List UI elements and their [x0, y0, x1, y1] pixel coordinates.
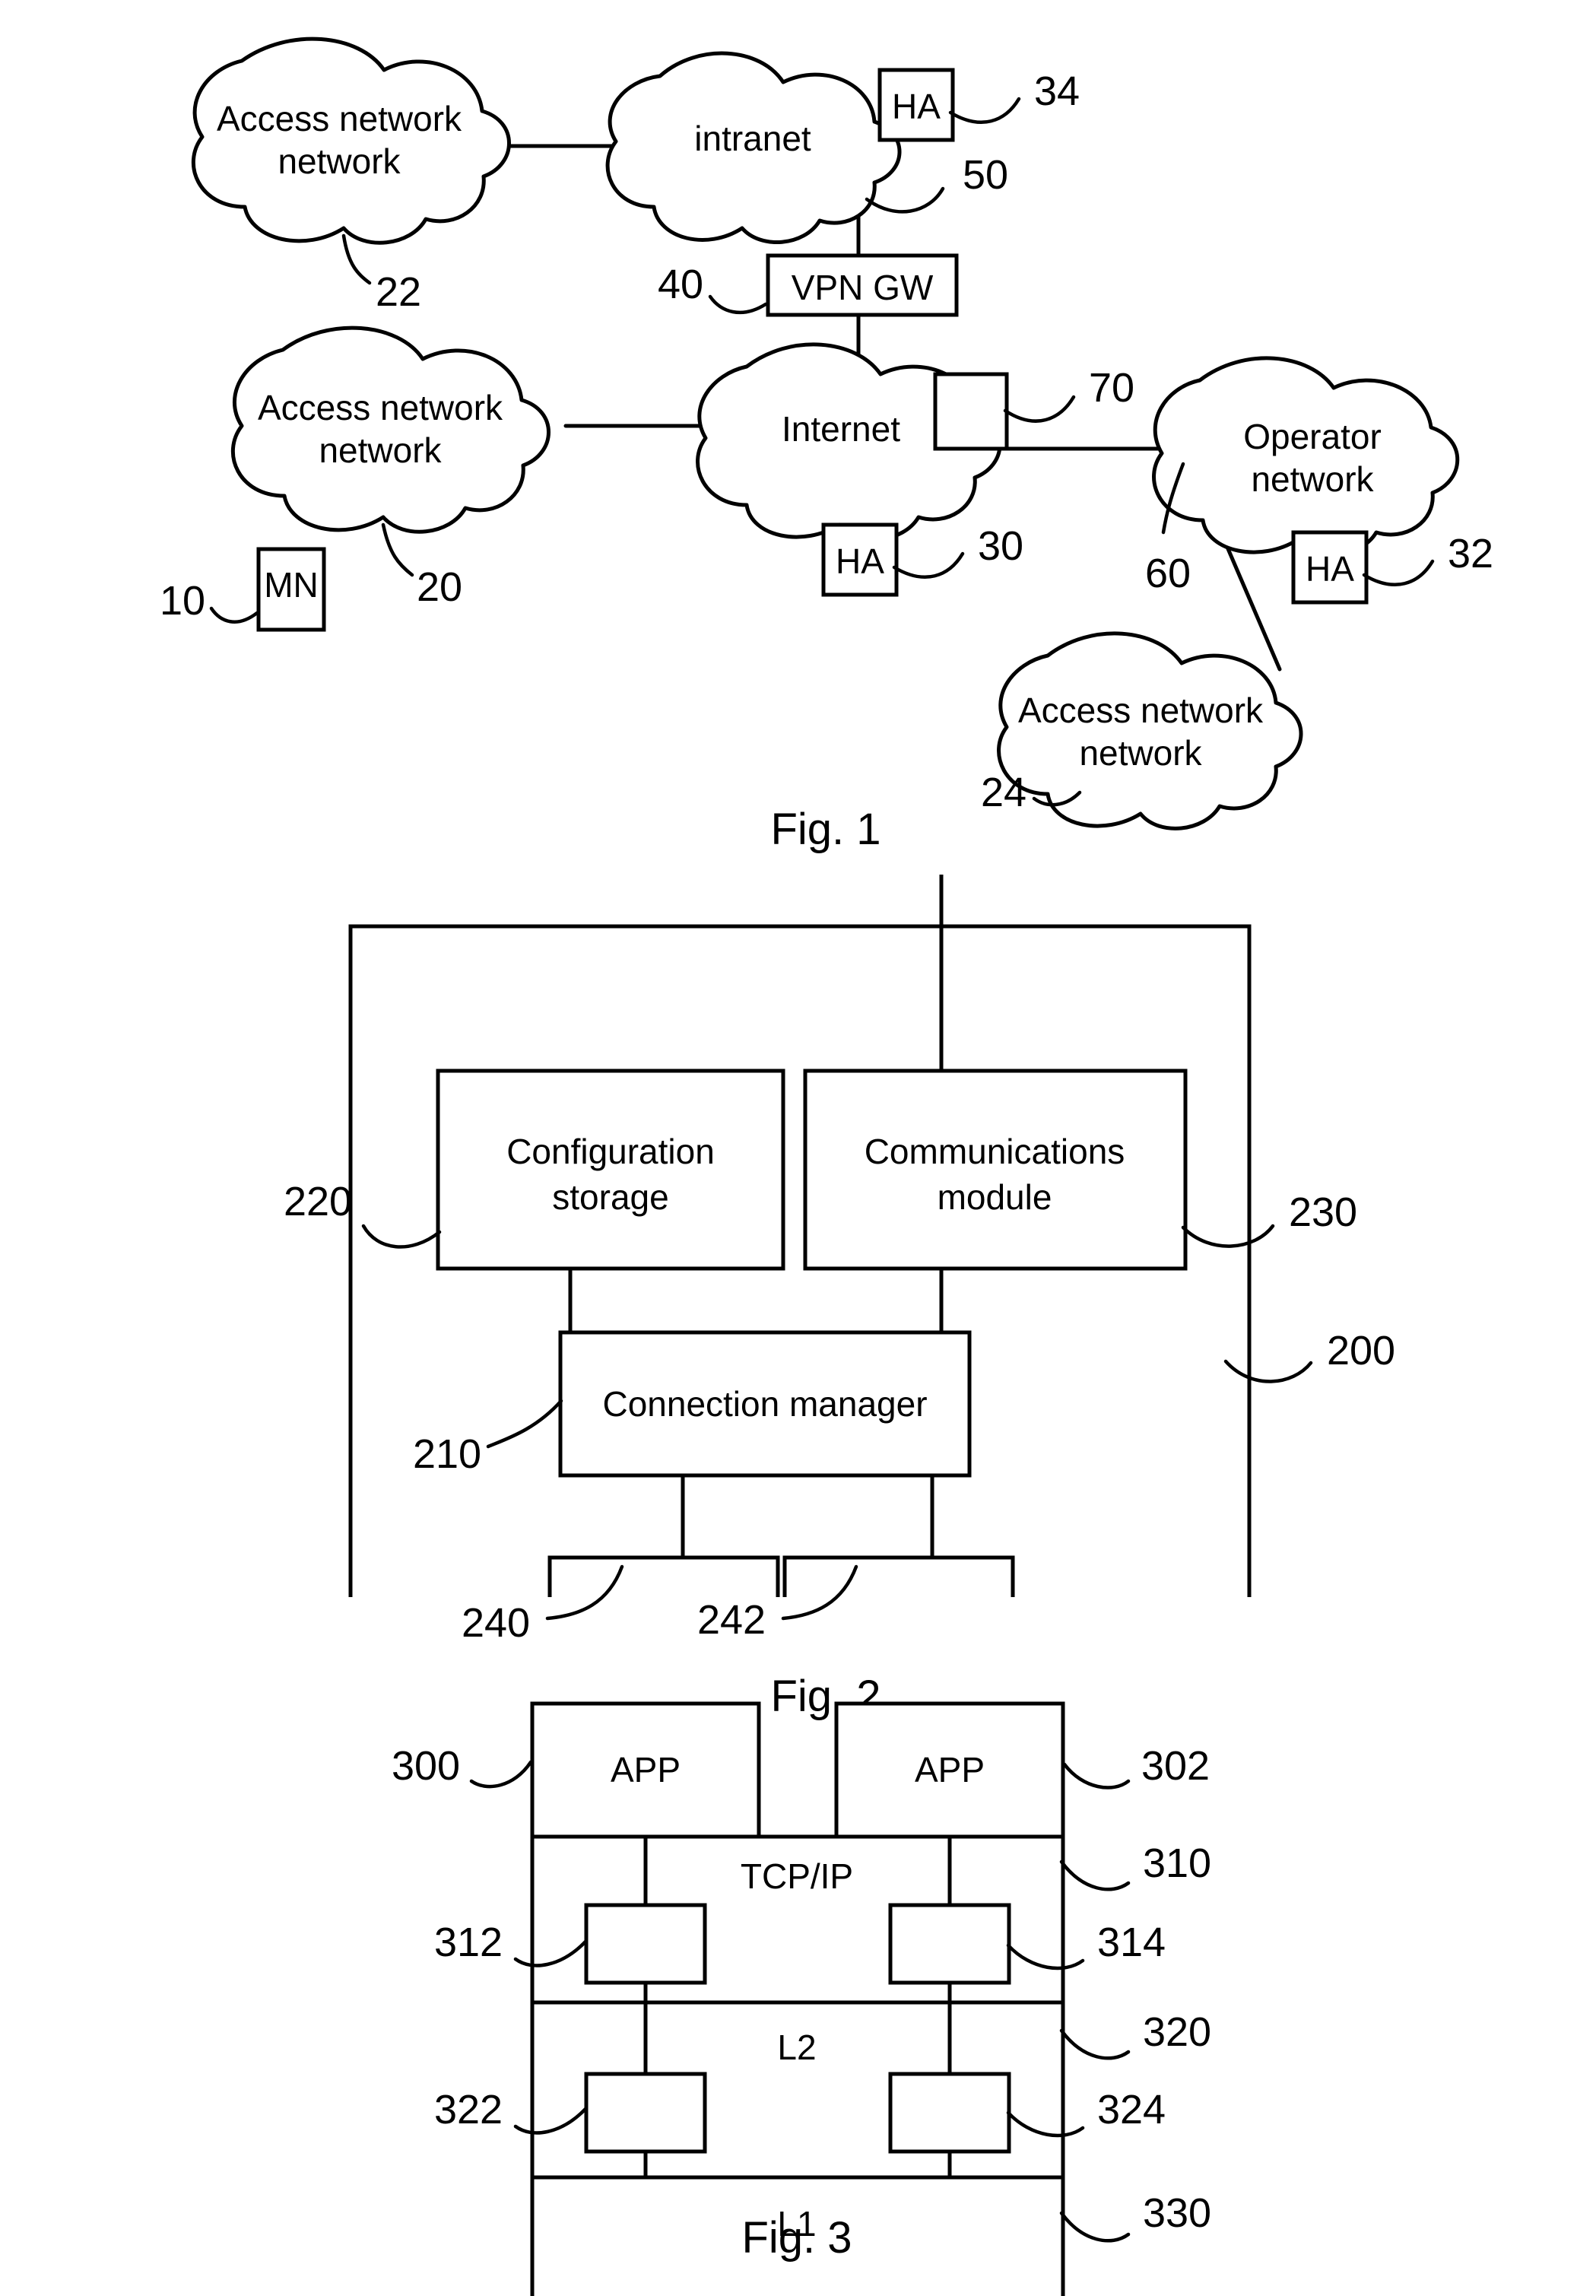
box-entity-322 — [584, 2072, 707, 2154]
figure-3-caption: Fig. 3 — [741, 2213, 852, 2263]
figure-3-caption-wrap: Fig. 3 — [0, 2190, 1596, 2296]
ref-numeral-320: 320 — [1143, 2009, 1211, 2055]
figure-1: Access network network 22 intranet HA 34… — [0, 0, 1596, 875]
cloud-label-intranet: intranet — [694, 119, 811, 158]
ref-numeral-314: 314 — [1097, 1920, 1166, 1965]
box-label-ha-34: HA — [892, 87, 941, 126]
leader-240 — [545, 1564, 624, 1621]
ref-numeral-300: 300 — [392, 1743, 460, 1789]
cloud-label-operator-network: network — [1251, 459, 1374, 499]
cloud-label-network: network — [278, 141, 401, 181]
label-connection-manager: Connection manager — [602, 1384, 927, 1424]
leader-40 — [708, 294, 768, 315]
ref-numeral-302: 302 — [1141, 1743, 1210, 1789]
ref-numeral-30: 30 — [978, 523, 1023, 569]
cloud-label-operator: Operator — [1243, 417, 1382, 456]
patent-drawing-sheet: Access network network 22 intranet HA 34… — [0, 0, 1596, 2296]
ref-numeral-32: 32 — [1448, 531, 1493, 576]
ref-numeral-60: 60 — [1145, 551, 1191, 596]
ref-numeral-210: 210 — [413, 1431, 481, 1477]
leader-32 — [1362, 559, 1435, 587]
cloud-label-network-24: network — [1079, 733, 1202, 773]
cloud-label-network-20: network — [319, 430, 442, 470]
ref-numeral-40: 40 — [658, 262, 703, 307]
ref-numeral-240: 240 — [462, 1600, 530, 1646]
label-app-300: APP — [611, 1750, 681, 1789]
ref-numeral-24: 24 — [981, 770, 1026, 815]
leader-50 — [865, 186, 945, 214]
label-module: module — [938, 1177, 1052, 1217]
cloud-label-access: Access network — [217, 99, 462, 138]
cloud-access-network-22: Access network network — [191, 37, 511, 245]
ref-numeral-322: 322 — [434, 2087, 503, 2132]
cloud-label-access-24: Access network — [1018, 691, 1264, 730]
ref-numeral-230: 230 — [1289, 1189, 1357, 1235]
ref-numeral-324: 324 — [1097, 2087, 1166, 2132]
ref-numeral-34: 34 — [1034, 68, 1080, 114]
box-label-mn: MN — [264, 565, 319, 605]
box-entity-314 — [888, 1903, 1011, 1985]
ref-numeral-220: 220 — [284, 1179, 352, 1224]
cloud-access-network-20: Access network network — [230, 326, 551, 534]
box-label-vpn-gw: VPN GW — [792, 268, 934, 307]
leader-300 — [469, 1760, 533, 1789]
leader-320 — [1059, 2028, 1131, 2060]
ref-numeral-50: 50 — [963, 152, 1008, 198]
leader-34 — [948, 97, 1021, 125]
leader-70 — [1003, 395, 1076, 423]
leader-10 — [209, 606, 259, 624]
ref-numeral-22: 22 — [376, 269, 421, 315]
ref-numeral-310: 310 — [1143, 1840, 1211, 1886]
cloud-operator-network: Operator network — [1152, 356, 1460, 557]
box-label-ha-32: HA — [1306, 549, 1354, 589]
leader-302 — [1062, 1762, 1131, 1789]
cloud-access-network-24: Access network network — [997, 631, 1303, 830]
box-node-70 — [933, 372, 1009, 451]
label-app-302: APP — [915, 1750, 985, 1789]
cloud-label-access-20: Access network — [258, 388, 503, 427]
label-tcpip: TCP/IP — [741, 1856, 853, 1896]
figure-2: Configuration storage 220 Communications… — [0, 875, 1596, 1597]
box-entity-312 — [584, 1903, 707, 1985]
ref-numeral-312: 312 — [434, 1920, 503, 1965]
box-label-ha-30: HA — [836, 541, 884, 581]
label-storage: storage — [552, 1177, 668, 1217]
cloud-intranet: intranet — [605, 51, 902, 244]
figure-1-caption: Fig. 1 — [770, 805, 880, 854]
leader-310 — [1059, 1859, 1131, 1891]
cloud-label-internet: Internet — [782, 409, 900, 449]
leader-30 — [892, 551, 965, 580]
label-l2: L2 — [777, 2028, 816, 2067]
ref-numeral-20: 20 — [417, 564, 462, 610]
ref-numeral-10: 10 — [160, 578, 205, 624]
leader-242 — [781, 1564, 858, 1621]
ref-numeral-70: 70 — [1089, 365, 1134, 411]
ref-numeral-242: 242 — [697, 1597, 766, 1643]
label-communications: Communications — [865, 1132, 1125, 1171]
ref-numeral-200: 200 — [1327, 1328, 1395, 1373]
label-configuration: Configuration — [506, 1132, 715, 1171]
box-entity-324 — [888, 2072, 1011, 2154]
